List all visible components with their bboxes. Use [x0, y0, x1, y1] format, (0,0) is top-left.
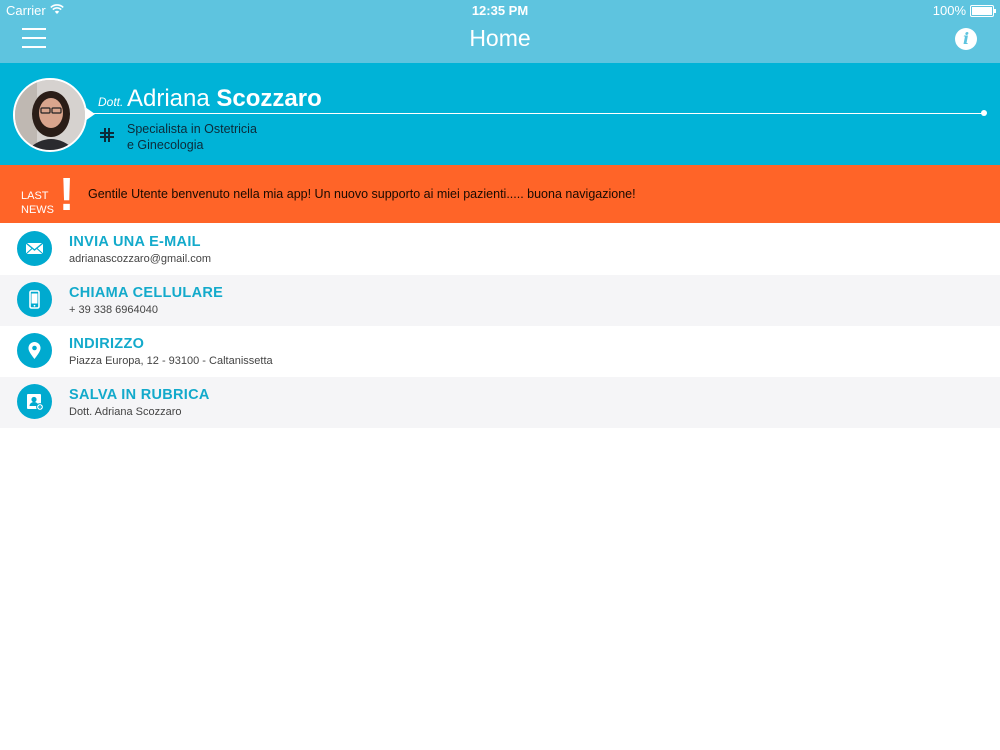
page-title: Home	[469, 25, 531, 51]
avatar	[13, 78, 87, 152]
top-bar: Carrier 12:35 PM 100% Home i	[0, 0, 1000, 63]
status-bar: Carrier 12:35 PM 100%	[0, 0, 1000, 20]
doctor-profile-header: Dott. Adriana Scozzaro Specialista in Os…	[0, 63, 1000, 165]
info-icon[interactable]: i	[955, 28, 977, 50]
doctor-specialty: Specialista in Ostetricia e Ginecologia	[127, 121, 257, 153]
doctor-title-prefix: Dott.	[98, 95, 124, 109]
last-news-label-line2: NEWS	[21, 204, 54, 216]
send-email-row[interactable]: INVIA UNA E-MAIL adrianascozzaro@gmail.c…	[0, 224, 1000, 275]
battery-percent: 100%	[932, 3, 966, 18]
divider-dot	[981, 110, 987, 116]
status-time: 12:35 PM	[471, 3, 529, 18]
specialty-line-2: e Ginecologia	[127, 138, 204, 152]
save-contact-row[interactable]: SALVA IN RUBRICA Dott. Adriana Scozzaro	[0, 377, 1000, 428]
battery-icon	[970, 5, 996, 17]
medical-cross-icon	[100, 128, 114, 142]
last-news-label: LAST NEWS	[21, 189, 54, 217]
row-title: CHIAMA CELLULARE	[69, 285, 224, 301]
action-list: INVIA UNA E-MAIL adrianascozzaro@gmail.c…	[0, 224, 1000, 428]
row-subtitle: Piazza Europa, 12 - 93100 - Caltanissett…	[69, 355, 273, 367]
add-contact-icon	[17, 384, 52, 419]
exclamation-icon: !	[59, 168, 75, 220]
address-row[interactable]: INDIRIZZO Piazza Europa, 12 - 93100 - Ca…	[0, 326, 1000, 377]
row-title: SALVA IN RUBRICA	[69, 387, 210, 403]
divider-line	[92, 113, 985, 114]
last-news-label-line1: LAST	[21, 190, 49, 202]
call-mobile-row[interactable]: CHIAMA CELLULARE + 39 338 6964040	[0, 275, 1000, 326]
row-subtitle: + 39 338 6964040	[69, 304, 159, 316]
row-subtitle: adrianascozzaro@gmail.com	[69, 253, 212, 265]
doctor-first-name: Adriana	[127, 85, 210, 112]
doctor-last-name: Scozzaro	[216, 85, 322, 112]
avatar-pointer	[85, 107, 95, 121]
news-text: Gentile Utente benvenuto nella mia app! …	[88, 187, 636, 201]
mobile-phone-icon	[17, 282, 52, 317]
doctor-name: Adriana Scozzaro	[127, 85, 322, 113]
envelope-icon	[17, 231, 52, 266]
row-subtitle: Dott. Adriana Scozzaro	[69, 406, 182, 418]
row-title: INDIRIZZO	[69, 336, 145, 352]
last-news-banner[interactable]: LAST NEWS ! Gentile Utente benvenuto nel…	[0, 165, 1000, 223]
specialty-line-1: Specialista in Ostetricia	[127, 122, 257, 136]
row-title: INVIA UNA E-MAIL	[69, 234, 201, 250]
map-pin-icon	[17, 333, 52, 368]
